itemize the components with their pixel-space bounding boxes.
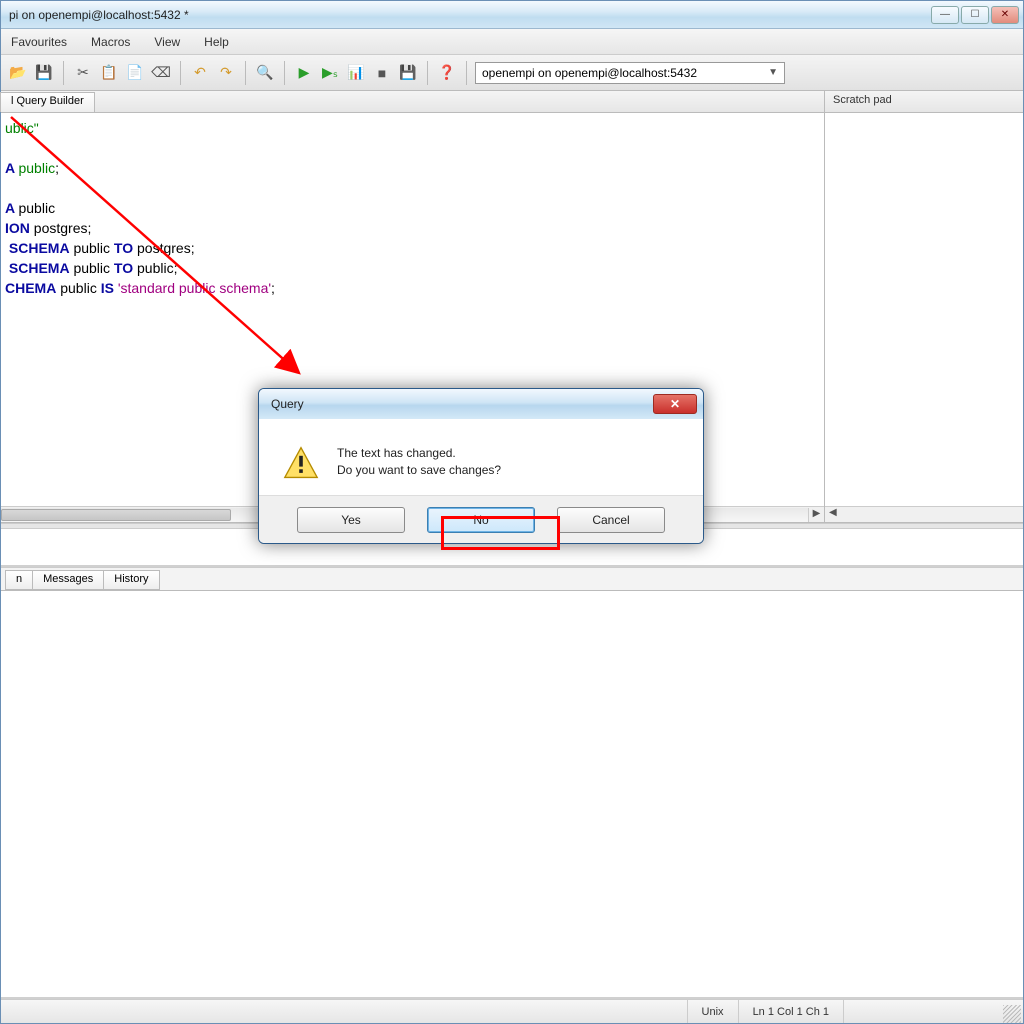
scratch-scroll-left-icon[interactable]: ◀ (825, 506, 1023, 522)
separator (284, 61, 285, 85)
scroll-right-icon[interactable]: ▶ (808, 508, 824, 522)
results-pane (1, 591, 1023, 999)
tab-output-1[interactable]: n (5, 570, 33, 590)
editor-tabs: l Query Builder (1, 91, 824, 113)
dialog-message-line2: Do you want to save changes? (337, 462, 501, 479)
undo-icon[interactable]: ↶ (189, 62, 211, 84)
resize-grip-icon[interactable] (1003, 1005, 1021, 1023)
dialog-title-bar: Query ✕ (259, 389, 703, 419)
status-bar: Unix Ln 1 Col 1 Ch 1 (1, 999, 1023, 1023)
scrollbar-thumb[interactable] (1, 509, 231, 521)
menu-bar: Favourites Macros View Help (1, 29, 1023, 55)
database-selector-label: openempi on openempi@localhost:5432 (482, 66, 697, 80)
minimize-button[interactable]: — (931, 6, 959, 24)
separator (180, 61, 181, 85)
title-bar: pi on openempi@localhost:5432 * — ☐ ✕ (1, 1, 1023, 29)
separator (466, 61, 467, 85)
cut-icon[interactable]: ✂ (72, 62, 94, 84)
save-icon[interactable]: 💾 (33, 62, 55, 84)
window-title: pi on openempi@localhost:5432 * (5, 8, 189, 22)
toolbar: 📂 💾 ✂ 📋 📄 ⌫ ↶ ↷ 🔍 ▶ ▶ₛ 📊 ■ 💾 ❓ openempi … (1, 55, 1023, 91)
warning-icon (283, 445, 319, 481)
tab-messages[interactable]: Messages (32, 570, 104, 590)
redo-icon[interactable]: ↷ (215, 62, 237, 84)
close-button[interactable]: ✕ (991, 6, 1019, 24)
dialog-message-line1: The text has changed. (337, 445, 501, 462)
explain-icon[interactable]: 📊 (345, 62, 367, 84)
scratch-pad-title: Scratch pad (825, 91, 1023, 113)
dialog-buttons: Yes No Cancel (259, 495, 703, 543)
menu-macros[interactable]: Macros (85, 32, 136, 52)
help-icon[interactable]: ❓ (436, 62, 458, 84)
open-icon[interactable]: 📂 (7, 62, 29, 84)
menu-help[interactable]: Help (198, 32, 235, 52)
separator (245, 61, 246, 85)
code-text: ublic" A public; A public ION postgres; … (1, 113, 824, 305)
execute-icon[interactable]: ▶ (293, 62, 315, 84)
copy-icon[interactable]: 📋 (98, 62, 120, 84)
chevron-down-icon: ▼ (768, 67, 778, 78)
dialog-message: The text has changed. Do you want to sav… (337, 445, 501, 480)
status-line-ending: Unix (687, 1000, 738, 1023)
scratch-pad-body[interactable] (825, 113, 1023, 506)
find-icon[interactable]: 🔍 (254, 62, 276, 84)
database-selector[interactable]: openempi on openempi@localhost:5432 ▼ (475, 62, 785, 84)
maximize-button[interactable]: ☐ (961, 6, 989, 24)
output-tabs: n Messages History (1, 567, 1023, 591)
clear-icon[interactable]: ⌫ (150, 62, 172, 84)
stop-icon[interactable]: ■ (371, 62, 393, 84)
tab-history[interactable]: History (103, 570, 159, 590)
separator (427, 61, 428, 85)
dialog-title: Query (271, 397, 304, 411)
execute-pgscript-icon[interactable]: ▶ₛ (319, 62, 341, 84)
tab-query-builder[interactable]: l Query Builder (0, 92, 95, 112)
dialog-body: The text has changed. Do you want to sav… (259, 419, 703, 495)
status-empty (843, 1000, 1003, 1023)
scratch-pad: Scratch pad ◀ (825, 91, 1023, 522)
separator (63, 61, 64, 85)
paste-icon[interactable]: 📄 (124, 62, 146, 84)
yes-button[interactable]: Yes (297, 507, 405, 533)
dialog-close-button[interactable]: ✕ (653, 394, 697, 414)
no-button[interactable]: No (427, 507, 535, 533)
status-cursor-position: Ln 1 Col 1 Ch 1 (738, 1000, 843, 1023)
confirm-save-dialog: Query ✕ The text has changed. Do you wan… (258, 388, 704, 544)
cancel-button[interactable]: Cancel (557, 507, 665, 533)
save-as-icon[interactable]: 💾 (397, 62, 419, 84)
menu-favourites[interactable]: Favourites (5, 32, 73, 52)
menu-view[interactable]: View (148, 32, 186, 52)
window-controls: — ☐ ✕ (931, 6, 1019, 24)
